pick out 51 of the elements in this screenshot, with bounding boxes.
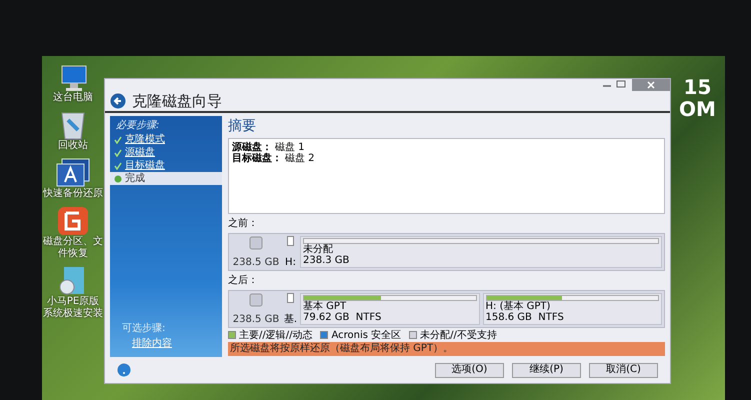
sidebar-heading: 可选步骤:	[121, 322, 166, 336]
partition-icon	[287, 293, 294, 303]
disk-size: 238.5 GB	[232, 315, 280, 325]
after-label: 之后：	[228, 274, 259, 288]
partition-size: 79.62 GB NTFS	[303, 312, 382, 323]
summary-value: 磁盘 1	[275, 142, 305, 153]
disk-size: 238.5 GB	[232, 258, 280, 268]
desktop-icon-label[interactable]: 磁盘分区、文件恢复	[42, 236, 104, 260]
wizard-step[interactable]: 完成	[110, 172, 222, 185]
clock-text: OM	[679, 98, 716, 120]
legend-label: Acronis 安全区	[331, 328, 402, 342]
partition-name: 未分配	[303, 244, 334, 255]
before-label: 之前：	[228, 216, 259, 231]
desktop-icon-label[interactable]: 回收站	[58, 140, 88, 152]
wizard-step[interactable]: 源磁盘	[110, 146, 222, 159]
window-title: 克隆磁盘向导	[132, 90, 222, 112]
partition-panel[interactable]: H: (基本 GPT) 158.6 GB NTFS	[482, 293, 662, 325]
sidebar-heading: 必要步骤:	[115, 118, 160, 133]
desktop-icon-label[interactable]: 小马PE原版系统极速安装	[42, 296, 104, 320]
section-heading: 摘要	[228, 117, 257, 136]
dialog-button[interactable]: 取消(C)	[589, 362, 658, 378]
partition-letter: H:	[285, 258, 296, 268]
wizard-step[interactable]: 克隆模式	[110, 133, 222, 146]
wizard-step[interactable]: 目标磁盘	[110, 159, 222, 172]
help-icon[interactable]	[117, 363, 131, 377]
partition-name: 基本 GPT	[303, 301, 348, 312]
summary-label: 目标磁盘：	[232, 153, 282, 164]
partition-name: H: (基本 GPT)	[486, 301, 552, 312]
dialog-button[interactable]: 选项(O)	[435, 362, 504, 378]
summary-value: 磁盘 2	[285, 153, 315, 164]
summary-label: 源磁盘：	[232, 142, 272, 153]
desktop-icon-label[interactable]: 快速备份还原	[43, 188, 103, 200]
partition-size: 158.6 GB NTFS	[486, 312, 565, 323]
partition-icon	[287, 236, 294, 246]
legend-label: 主要//逻辑//动态	[239, 328, 312, 342]
app-logo-icon	[57, 206, 89, 236]
maximize-icon[interactable]	[614, 79, 628, 89]
clock-text: 15	[684, 76, 712, 98]
close-button[interactable]	[632, 79, 670, 91]
partition-panel[interactable]: 未分配 238.3 GB	[300, 236, 662, 268]
back-icon[interactable]	[110, 93, 126, 109]
dialog-button[interactable]: 继续(P)	[512, 362, 581, 378]
close-icon	[647, 81, 655, 89]
warning-message: 所选磁盘将按原样还原（磁盘布局将保持 GPT）。	[228, 342, 665, 356]
partition-panel[interactable]: 基本 GPT 79.62 GB NTFS	[300, 293, 480, 325]
desktop-icon-label[interactable]: 这台电脑	[53, 92, 93, 104]
legend-label: 未分配//不受支持	[420, 328, 497, 342]
letter-a-app-icon	[56, 158, 90, 188]
partition-size: 238.3 GB	[303, 255, 350, 266]
partition-letter: 基.	[284, 315, 298, 325]
recycle-bin-icon	[60, 110, 86, 140]
